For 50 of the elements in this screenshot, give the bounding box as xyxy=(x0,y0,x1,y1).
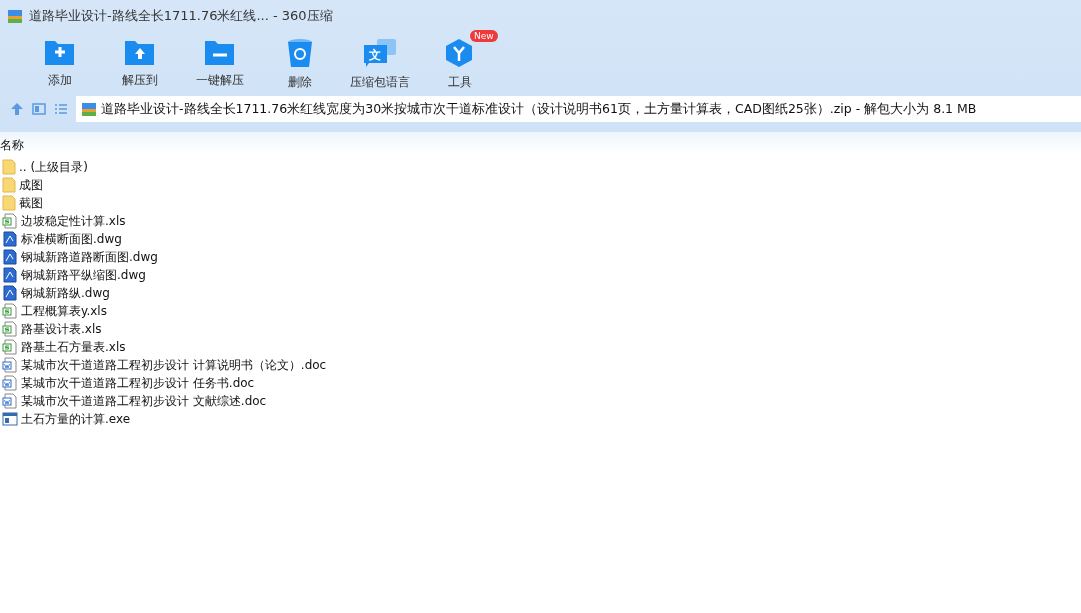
folder-icon xyxy=(2,159,16,175)
toolbar-button[interactable]: 工具 New xyxy=(420,32,500,94)
file-name[interactable]: 某城市次干道道路工程初步设计 任务书.doc xyxy=(21,374,255,392)
file-name[interactable]: 边坡稳定性计算.xls xyxy=(21,212,126,230)
folder-plus-icon xyxy=(44,38,76,66)
list-view-icon[interactable] xyxy=(54,102,68,116)
toolbar-button[interactable]: 一键解压 xyxy=(180,32,260,94)
document-icon xyxy=(2,357,18,373)
archive-icon xyxy=(7,8,23,24)
file-name[interactable]: 某城市次干道道路工程初步设计 计算说明书（论文）.doc xyxy=(21,356,327,374)
drawing-file-icon xyxy=(2,285,18,301)
panel-view-icon[interactable] xyxy=(32,102,46,116)
folder-icon xyxy=(2,177,16,193)
file-name[interactable]: 钢城新路平纵缩图.dwg xyxy=(21,266,146,284)
toolbar-button[interactable]: 文 压缩包语言 xyxy=(340,32,420,94)
file-name[interactable]: 某城市次干道道路工程初步设计 文献综述.doc xyxy=(21,392,267,410)
toolbar-button[interactable]: 解压到 xyxy=(100,32,180,94)
up-arrow-icon[interactable] xyxy=(10,102,24,116)
file-name[interactable]: 截图 xyxy=(19,194,43,212)
file-name[interactable]: .. (上级目录) xyxy=(19,158,88,176)
toolbar-button[interactable]: 添加 xyxy=(20,32,100,94)
program-window-icon xyxy=(2,411,18,427)
folder-icon xyxy=(2,195,16,211)
file-name[interactable]: 土石方量的计算.exe xyxy=(21,410,131,428)
address-field[interactable]: 道路毕业设计-路线全长1711.76米红线宽度为30米按城市次干道标准设计（设计说明书61页，土方量计算表，CAD图纸25张）.zip - 解包大小为 8.1 MB xyxy=(76,96,1081,122)
folder-minus-icon xyxy=(204,38,236,66)
archive-icon xyxy=(81,101,97,117)
file-name[interactable]: 标准横断面图.dwg xyxy=(21,230,122,248)
archive-path: 道路毕业设计-路线全长1711.76米红线宽度为30米按城市次干道标准设计（设计说明书61页，土方量计算表，CAD图纸25张）.zip - 解包大小为 8.1 MB xyxy=(101,100,977,118)
document-icon xyxy=(2,393,18,409)
drawing-file-icon xyxy=(2,267,18,283)
file-name[interactable]: 成图 xyxy=(19,176,43,194)
folder-upload-icon xyxy=(124,38,156,66)
spreadsheet-icon xyxy=(2,303,18,319)
file-name[interactable]: 路基土石方量表.xls xyxy=(21,338,126,356)
drawing-file-icon xyxy=(2,231,18,247)
window-title: 道路毕业设计-路线全长1711.76米红线... - 360压缩 xyxy=(29,7,333,25)
file-name[interactable]: 路基设计表.xls xyxy=(21,320,102,338)
file-name[interactable]: 工程概算表y.xls xyxy=(21,302,107,320)
spreadsheet-icon xyxy=(2,321,18,337)
drawing-file-icon xyxy=(2,249,18,265)
new-badge: New xyxy=(470,30,498,42)
file-name[interactable]: 钢城新路道路断面图.dwg xyxy=(21,248,158,266)
document-icon xyxy=(2,375,18,391)
spreadsheet-icon xyxy=(2,213,18,229)
spreadsheet-icon xyxy=(2,339,18,355)
toolbar-button[interactable]: 删除 xyxy=(260,32,340,94)
recycle-bin-icon xyxy=(287,38,313,68)
column-header[interactable]: 名称 xyxy=(0,137,24,154)
file-name[interactable]: 钢城新路纵.dwg xyxy=(21,284,110,302)
